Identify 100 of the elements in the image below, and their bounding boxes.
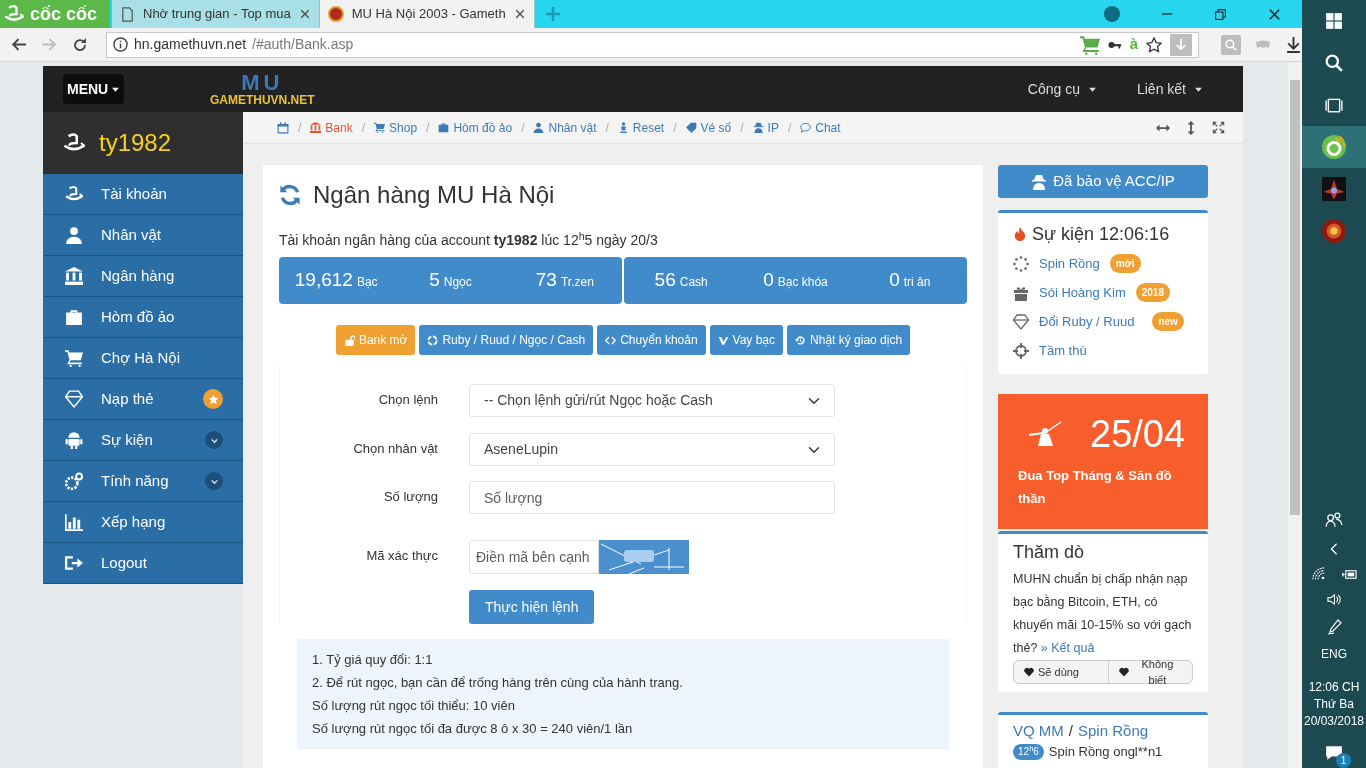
breadcrumb-link[interactable]: IP — [752, 118, 779, 137]
star-icon[interactable] — [1146, 36, 1163, 53]
note-line: Số lượng rút ngọc tối đa được 8 ô x 30 = 240 viên/1 lần — [312, 720, 634, 738]
event-badge: new — [1152, 312, 1184, 331]
browser-tab[interactable]: MU Hà Nội 2003 - Gameth — [319, 0, 535, 28]
time-badge: 12$^{h}$6 — [1013, 744, 1044, 760]
people-icon[interactable] — [1325, 511, 1343, 530]
quantity-field[interactable]: Số lượng — [469, 481, 835, 514]
info-icon[interactable] — [113, 37, 128, 52]
vote-button[interactable]: Sẽ dùng — [1013, 660, 1109, 684]
sidebar-item[interactable]: Sự kiện — [43, 420, 243, 461]
back-icon[interactable] — [10, 36, 27, 53]
scrollbar[interactable] — [1288, 62, 1302, 768]
sidebar-item[interactable]: Tính năng — [43, 461, 243, 502]
close-icon[interactable] — [1267, 6, 1282, 22]
event-link[interactable]: Sói Hoàng Kim — [1039, 282, 1126, 303]
game-icon[interactable] — [1322, 177, 1346, 201]
nav-link[interactable]: Công cụ — [1027, 78, 1097, 100]
fullscreen-icon[interactable] — [1212, 120, 1225, 134]
select-field[interactable]: AseneLupin — [469, 433, 835, 466]
sidebar-item[interactable]: Ngân hàng — [43, 256, 243, 297]
promo-text: Đua Top Tháng & Săn đồ thần — [1018, 467, 1173, 508]
breadcrumb-separator: / — [673, 119, 677, 137]
breadcrumb-link[interactable]: Bank — [310, 118, 353, 137]
restore-icon[interactable] — [1214, 7, 1227, 21]
windows-icon[interactable] — [1325, 12, 1343, 30]
notification-icon[interactable] — [1325, 744, 1343, 762]
sidebar-item[interactable]: Hòm đồ ảo — [43, 297, 243, 338]
figure-icon — [617, 122, 629, 133]
cart-icon[interactable] — [1079, 34, 1100, 55]
title-separator: / — [1068, 721, 1073, 741]
reload-icon[interactable] — [72, 36, 88, 53]
breadcrumb-link[interactable]: Vé số — [685, 118, 732, 137]
padlock-icon — [343, 334, 355, 346]
breadcrumb-separator: / — [298, 119, 302, 137]
event-link[interactable]: Spin Rồng — [1039, 253, 1100, 274]
address-bar[interactable]: hn.gamethuvn.net /#auth/Bank.asp à — [106, 31, 1200, 58]
captcha-field[interactable]: Điền mã bên cạnh — [469, 540, 599, 574]
results-link[interactable]: » Kết quả — [1040, 641, 1095, 655]
balance-value: 56 — [654, 269, 676, 291]
volume-icon[interactable] — [1326, 591, 1342, 607]
sidebar-item[interactable]: Logout — [43, 543, 243, 584]
breadcrumb-separator: / — [361, 119, 366, 137]
download-icon[interactable] — [1285, 36, 1302, 53]
page-icon — [120, 6, 135, 22]
logo-text: MU — [241, 71, 284, 94]
clock-date[interactable]: 20/03/2018 — [1303, 713, 1365, 731]
menu-button[interactable]: MENU — [63, 74, 125, 104]
action-button[interactable]: Ruby / Ruud / Ngọc / Cash — [419, 325, 594, 355]
close-icon[interactable] — [513, 8, 526, 20]
language-indicator[interactable]: ENG — [1321, 646, 1347, 664]
logout-icon — [65, 554, 83, 572]
pen-icon[interactable] — [1326, 619, 1342, 636]
balance-unit: Bạc — [356, 275, 378, 290]
poll-question: MUHN chuẩn bị chấp nhận nạp bạc bằng Bitcoin, ETH, có khuyến mãi 10-15% so với gạch thẻ? » Kết quả — [1013, 571, 1193, 657]
promo-date: 25/04 — [1090, 412, 1186, 456]
field-label: Số lượng — [382, 488, 438, 506]
scroll-thumb[interactable] — [1290, 80, 1300, 515]
sidebar-item[interactable]: Nhân vật — [43, 215, 243, 256]
select-field[interactable]: -- Chọn lệnh gửi/rút Ngọc hoặc Cash — [469, 384, 835, 417]
clock-day[interactable]: Thứ Ba — [1313, 696, 1355, 714]
task-view-icon[interactable] — [1325, 96, 1343, 114]
wheel-link[interactable]: VQ MM — [1013, 721, 1064, 741]
submit-button[interactable]: Thực hiện lệnh — [469, 590, 595, 624]
event-link[interactable]: Tầm thù — [1039, 340, 1087, 361]
sidebar-item[interactable]: Nạp thẻ — [43, 379, 243, 420]
breadcrumb-link[interactable]: Shop — [374, 118, 418, 137]
sidebar-item[interactable]: Tài khoản — [43, 174, 243, 215]
refresh-icon[interactable] — [279, 184, 301, 206]
sidebar-item[interactable]: Chợ Hà Nội — [43, 338, 243, 379]
wifi-icon[interactable] — [1311, 567, 1326, 582]
action-button[interactable]: Chuyển khoản — [597, 325, 706, 355]
sidebar-item[interactable]: Xếp hạng — [43, 502, 243, 543]
clock-time[interactable]: 12:06 CH — [1308, 679, 1360, 697]
smile-arrow-icon — [65, 185, 83, 203]
search-icon[interactable] — [1325, 54, 1343, 72]
event-link[interactable]: Đổi Ruby / Ruud — [1039, 311, 1135, 332]
action-button[interactable]: Vay bạc — [709, 325, 784, 355]
protect-button[interactable]: Đã bảo vệ ACC/IP — [998, 165, 1208, 198]
game-icon[interactable] — [1322, 219, 1346, 243]
event-title: Sự kiện 12:06:16 — [1032, 222, 1170, 246]
account-icon[interactable] — [1104, 6, 1120, 22]
bank-icon — [65, 267, 83, 285]
balance-value: 0 — [763, 269, 774, 291]
breadcrumb-link[interactable]: Reset — [617, 118, 665, 137]
breadcrumb-link[interactable]: Hòm đồ ảo — [438, 118, 513, 137]
calendar-icon[interactable] — [277, 121, 289, 134]
balance-value: 5 — [429, 269, 440, 291]
breadcrumb-link[interactable]: Nhân vật — [533, 118, 597, 137]
username: ty1982 — [99, 128, 172, 158]
browser-app-icon[interactable] — [1322, 135, 1346, 159]
breadcrumb-link[interactable]: Chat — [800, 118, 841, 137]
spin-link[interactable]: Spin Rồng — [1078, 721, 1149, 741]
vote-button[interactable]: Không biết — [1107, 660, 1193, 684]
browser-tab[interactable]: Nhờ trung gian - Top mua — [112, 0, 320, 28]
nav-link[interactable]: Liên kết — [1136, 78, 1203, 100]
event-badge: 2018 — [1135, 283, 1170, 302]
spin-entry: Spin Rồng ongl**n1 — [1048, 744, 1163, 760]
close-icon[interactable] — [298, 8, 311, 20]
action-button[interactable]: Nhật ký giao dịch — [787, 325, 911, 355]
